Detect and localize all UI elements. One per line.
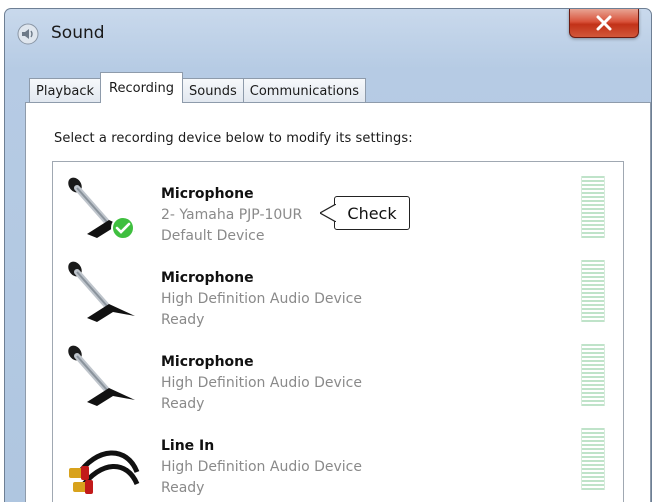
device-name: Microphone bbox=[161, 186, 254, 202]
level-meter bbox=[581, 260, 605, 322]
tab-sounds[interactable]: Sounds bbox=[182, 78, 244, 103]
close-button[interactable] bbox=[569, 9, 639, 38]
window-title: Sound bbox=[51, 23, 105, 43]
device-item[interactable]: Line In High Definition Audio Device Rea… bbox=[53, 420, 623, 502]
level-meter bbox=[581, 344, 605, 406]
tab-playback[interactable]: Playback bbox=[29, 78, 102, 103]
device-status: Default Device bbox=[161, 228, 265, 244]
check-callout: Check bbox=[334, 196, 410, 230]
title-bar[interactable]: Sound bbox=[5, 9, 651, 59]
level-meter bbox=[581, 176, 605, 238]
callout-pointer-icon bbox=[320, 204, 336, 222]
device-name: Microphone bbox=[161, 354, 254, 370]
microphone-icon bbox=[68, 177, 135, 240]
device-name: Line In bbox=[161, 438, 215, 454]
device-description: High Definition Audio Device bbox=[161, 375, 362, 391]
tab-strip: Playback Recording Sounds Communications bbox=[29, 67, 367, 103]
tab-recording[interactable]: Recording bbox=[100, 72, 184, 103]
microphone-icon bbox=[68, 345, 135, 406]
speaker-icon bbox=[17, 23, 39, 45]
device-description: High Definition Audio Device bbox=[161, 459, 362, 475]
default-check-icon bbox=[111, 216, 135, 240]
recording-panel: Select a recording device below to modif… bbox=[25, 102, 651, 502]
device-status: Ready bbox=[161, 396, 205, 412]
device-item[interactable]: Microphone High Definition Audio Device … bbox=[53, 252, 623, 336]
device-name: Microphone bbox=[161, 270, 254, 286]
tab-communications[interactable]: Communications bbox=[242, 78, 367, 103]
level-meter bbox=[581, 428, 605, 490]
device-description: 2- Yamaha PJP-10UR bbox=[161, 207, 303, 223]
device-text: Microphone High Definition Audio Device … bbox=[161, 268, 362, 331]
rca-cable-icon bbox=[69, 450, 140, 494]
instruction-text: Select a recording device below to modif… bbox=[54, 131, 413, 146]
device-text: Microphone 2- Yamaha PJP-10UR Default De… bbox=[161, 184, 302, 247]
close-icon bbox=[596, 15, 612, 31]
microphone-icon bbox=[68, 261, 135, 322]
device-text: Line In High Definition Audio Device Rea… bbox=[161, 436, 362, 499]
device-item[interactable]: Microphone High Definition Audio Device … bbox=[53, 336, 623, 420]
device-status: Ready bbox=[161, 480, 205, 496]
sound-dialog: Sound Playback Recording Sounds Communic… bbox=[4, 8, 652, 502]
device-status: Ready bbox=[161, 312, 205, 328]
device-text: Microphone High Definition Audio Device … bbox=[161, 352, 362, 415]
device-description: High Definition Audio Device bbox=[161, 291, 362, 307]
